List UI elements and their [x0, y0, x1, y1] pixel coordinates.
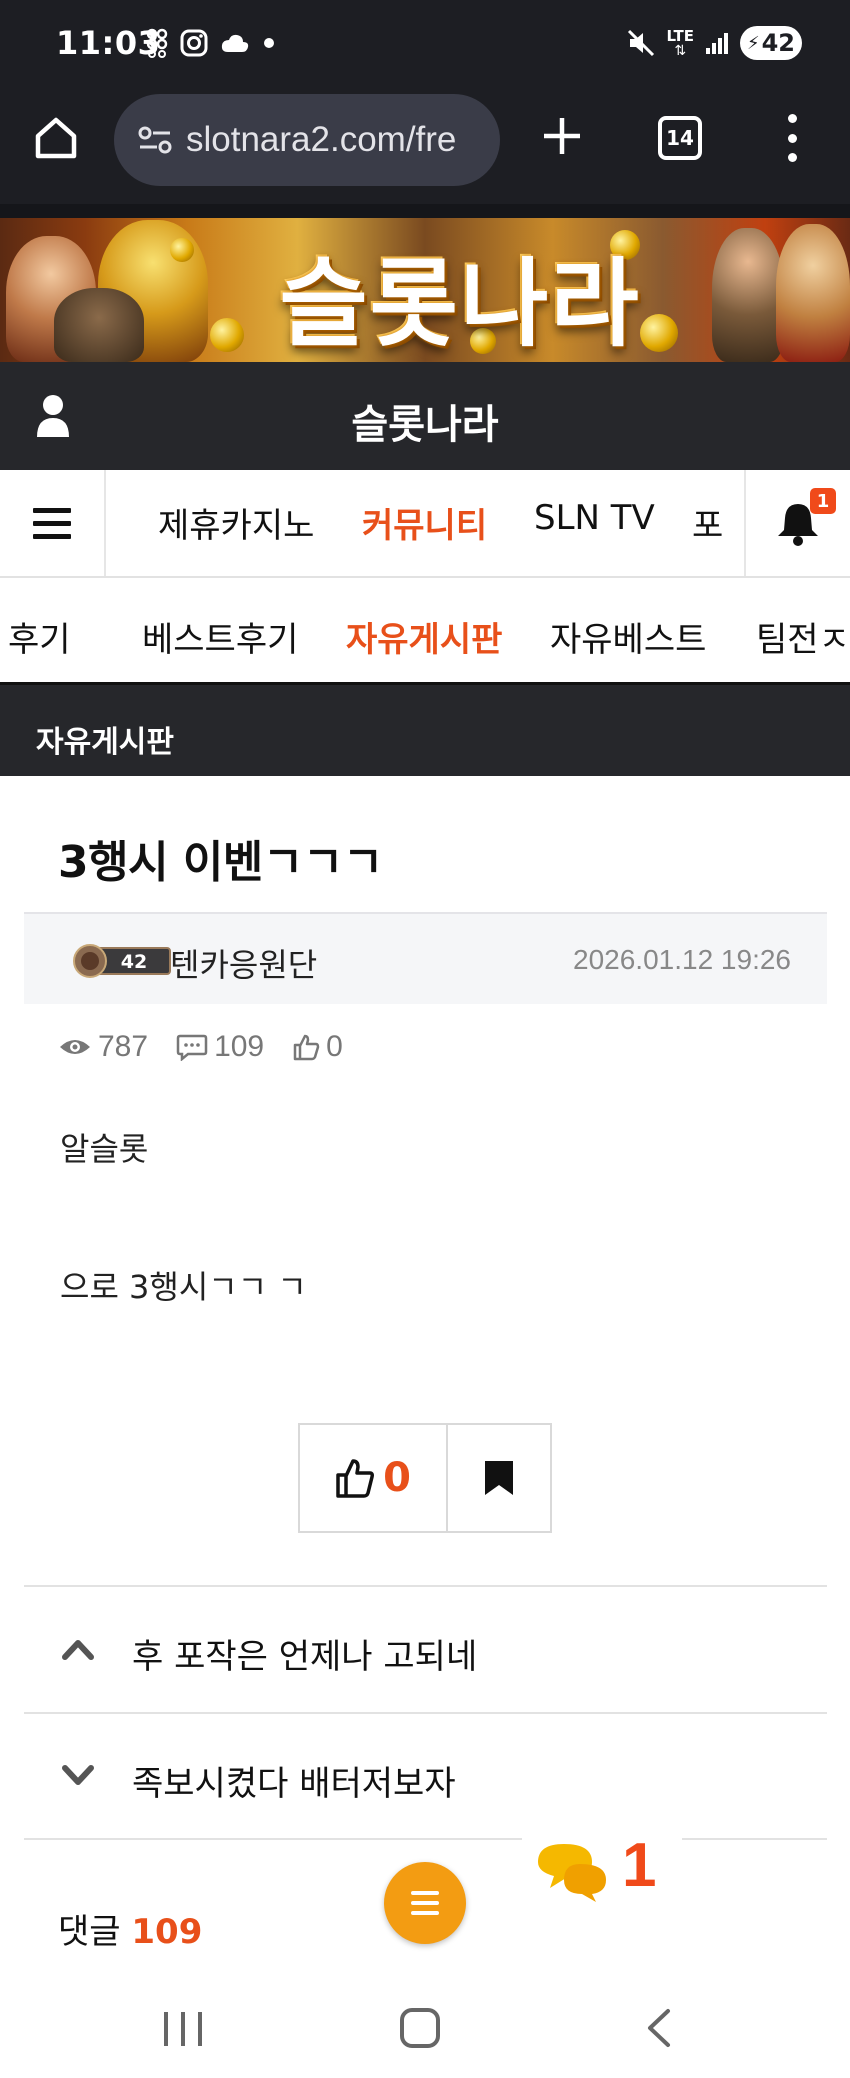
next-post-title[interactable]: 족보시켰다 배터저보자 [132, 1756, 456, 1805]
comments-stat: 109 [176, 1030, 264, 1064]
main-nav-items: 제휴카지노 커뮤니티 SLN TV 포 [106, 470, 744, 576]
chat-bubbles-icon [538, 1844, 606, 1902]
status-right-icons: LTE ⇅ ⚡ 42 [626, 26, 802, 60]
instagram-icon [180, 29, 208, 57]
chevron-down-icon [62, 1765, 94, 1785]
browser-toolbar: slotnara2.com/fre 14 [0, 92, 850, 204]
post-actions: 0 [298, 1423, 552, 1533]
likes-stat: 0 [292, 1030, 343, 1064]
next-post-link[interactable]: 족보시켰다 배터저보자 [24, 1712, 827, 1838]
sub-nav-item-free-board[interactable]: 자유게시판 [346, 612, 502, 661]
comments-header: 댓글 109 [58, 1904, 202, 1953]
post-body-line-2: 으로 3행시ㄱㄱ ㄱ [60, 1268, 307, 1306]
signal-icon [706, 33, 728, 54]
site-title[interactable]: 슬롯나라 [0, 392, 850, 450]
new-tab-icon[interactable] [538, 112, 586, 160]
home-button-icon[interactable] [400, 2008, 440, 2048]
lte-label: LTE [666, 26, 694, 45]
post-title: 3행시 이벤ㄱㄱㄱ [58, 837, 383, 888]
post-body-line-1: 알슬롯 [60, 1130, 149, 1168]
chat-count: 1 [622, 1831, 657, 1900]
comment-icon [176, 1034, 208, 1061]
banner-character-right [776, 224, 850, 362]
sub-nav-item-team[interactable]: 팀전ㅈ [756, 612, 850, 661]
hamburger-menu-icon[interactable] [0, 470, 106, 576]
site-banner[interactable]: 슬롯나라 [0, 204, 850, 362]
comments-count: 109 [214, 1030, 265, 1063]
site-settings-icon[interactable] [138, 125, 172, 155]
status-time: 11:03 [56, 24, 161, 62]
nav-item-more[interactable]: 포 [692, 498, 723, 547]
mute-icon [628, 29, 655, 57]
sub-nav-item-reviews[interactable]: 후기 [8, 612, 71, 661]
divider [24, 1838, 827, 1840]
banner-character-dog [54, 288, 144, 362]
floating-menu-button[interactable] [384, 1862, 466, 1944]
site-header: 슬롯나라 [0, 362, 850, 470]
cloud-icon [221, 34, 249, 52]
main-nav: 제휴카지노 커뮤니티 SLN TV 포 1 [0, 470, 850, 578]
author-level: 42 [121, 951, 147, 973]
bookmark-button[interactable] [448, 1425, 550, 1531]
like-button[interactable]: 0 [300, 1425, 448, 1531]
status-left-icons [146, 28, 276, 58]
tab-switcher-button[interactable]: 14 [658, 116, 702, 160]
like-button-count: 0 [383, 1455, 411, 1501]
thumbs-up-icon [336, 1459, 375, 1498]
url-text: slotnara2.com/fre [186, 120, 457, 159]
nav-item-partner-casino[interactable]: 제휴카지노 [158, 498, 314, 547]
post-stats: 787 109 0 [58, 1030, 343, 1064]
sub-nav-item-free-best[interactable]: 자유베스트 [550, 612, 706, 661]
comments-label: 댓글 [58, 1912, 121, 1952]
status-bar: 11:03 LTE ⇅ ⚡ 42 [0, 0, 850, 92]
browser-menu-icon[interactable] [780, 114, 804, 162]
banner-coin [170, 238, 194, 262]
battery-icon: ⚡ 42 [740, 26, 802, 60]
notification-badge: 1 [810, 488, 836, 514]
likes-count: 0 [326, 1030, 343, 1063]
lte-icon: LTE ⇅ [666, 26, 694, 59]
chevron-up-icon [62, 1640, 94, 1660]
sub-nav: 후기 베스트후기 자유게시판 자유베스트 팀전ㅈ [0, 580, 850, 682]
comments-total: 109 [131, 1912, 203, 1952]
banner-character-explorer [712, 228, 784, 362]
back-icon[interactable] [644, 2008, 674, 2048]
views-stat: 787 [58, 1030, 148, 1064]
board-header: 자유게시판 [0, 682, 850, 776]
views-count: 787 [98, 1030, 149, 1063]
thumbs-up-icon [293, 1034, 320, 1061]
banner-logo: 슬롯나라 [279, 248, 641, 360]
chat-widget[interactable]: 1 [522, 1822, 682, 1922]
dot-icon [264, 38, 274, 48]
sub-nav-item-best-reviews[interactable]: 베스트후기 [142, 612, 298, 661]
post-date: 2026.01.12 19:26 [573, 944, 791, 975]
level-badge-icon: 42 [73, 944, 171, 978]
nav-item-community[interactable]: 커뮤니티 [362, 498, 487, 547]
link-icon [146, 28, 168, 58]
battery-level: 42 [761, 29, 796, 57]
bookmark-icon [485, 1461, 513, 1495]
nav-item-sln-tv[interactable]: SLN TV [534, 498, 655, 538]
android-nav-bar [0, 1978, 850, 2078]
home-icon[interactable] [32, 114, 80, 162]
eye-icon [60, 1040, 90, 1054]
prev-post-link[interactable]: 후 포작은 언제나 고되네 [24, 1585, 827, 1711]
address-bar[interactable]: slotnara2.com/fre [114, 94, 500, 186]
notifications-button[interactable]: 1 [744, 470, 850, 576]
prev-post-title[interactable]: 후 포작은 언제나 고되네 [132, 1629, 477, 1678]
recents-icon[interactable] [164, 2012, 202, 2046]
post-meta: 42 텐카응원단 2026.01.12 19:26 [24, 912, 827, 1004]
board-title: 자유게시판 [36, 725, 174, 760]
author-name[interactable]: 텐카응원단 [170, 940, 317, 986]
